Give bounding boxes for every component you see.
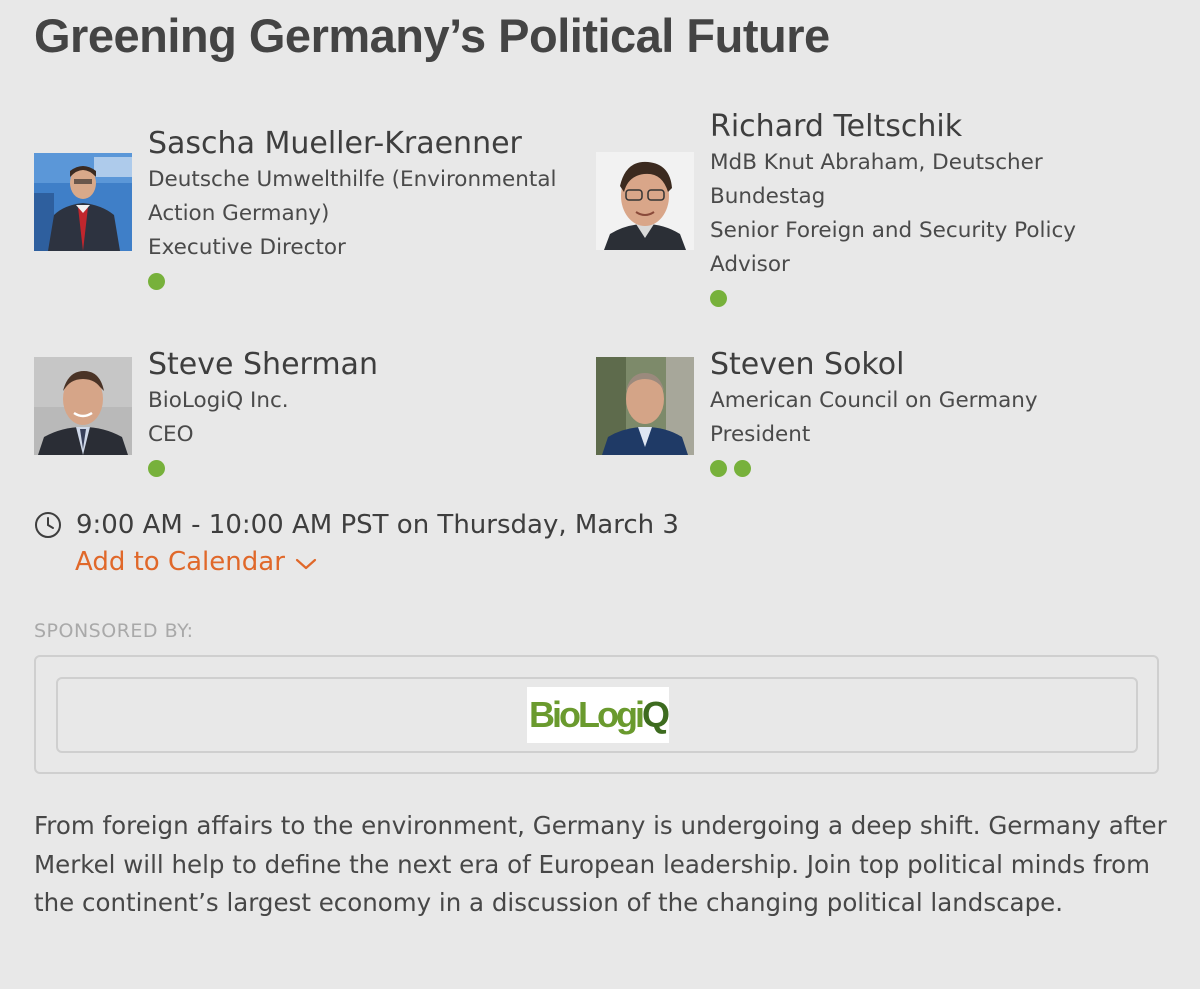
speaker-card[interactable]: Richard Teltschik MdB Knut Abraham, Deut… bbox=[596, 108, 1156, 308]
event-time-text: 9:00 AM - 10:00 AM PST on Thursday, Marc… bbox=[76, 510, 679, 540]
speaker-name: Steve Sherman bbox=[148, 347, 378, 382]
sponsor-inner-box: BioLogiQ bbox=[56, 677, 1138, 753]
speaker-status-dots bbox=[148, 460, 378, 477]
speaker-card[interactable]: Sascha Mueller-Kraenner Deutsche Umwelth… bbox=[34, 125, 594, 300]
sponsored-by-label: SPONSORED BY: bbox=[34, 620, 194, 642]
status-dot bbox=[710, 290, 727, 307]
sponsor-logo[interactable]: BioLogiQ bbox=[527, 687, 670, 743]
sponsor-logo-text: BioLogiQ bbox=[529, 694, 670, 735]
speaker-status-dots bbox=[710, 290, 1076, 307]
clock-icon bbox=[35, 512, 61, 538]
speaker-affiliation: Bundestag bbox=[710, 184, 826, 209]
speaker-photo bbox=[34, 357, 132, 455]
speaker-status-dots bbox=[710, 460, 1038, 477]
status-dot bbox=[148, 460, 165, 477]
event-time: 9:00 AM - 10:00 AM PST on Thursday, Marc… bbox=[34, 510, 679, 540]
chevron-down-icon bbox=[295, 558, 316, 570]
speaker-affiliation: American Council on Germany bbox=[710, 388, 1038, 413]
speaker-affiliation: MdB Knut Abraham, Deutscher bbox=[710, 150, 1043, 175]
speaker-role: CEO bbox=[148, 422, 194, 447]
speaker-name: Sascha Mueller-Kraenner bbox=[148, 126, 522, 161]
speaker-name: Richard Teltschik bbox=[710, 109, 963, 144]
speaker-name: Steven Sokol bbox=[710, 347, 905, 382]
add-to-calendar-button[interactable]: Add to Calendar bbox=[75, 547, 317, 577]
speaker-card[interactable]: Steve Sherman BioLogiQ Inc. CEO bbox=[34, 346, 594, 486]
status-dot bbox=[734, 460, 751, 477]
page-title: Greening Germany’s Political Future bbox=[34, 9, 830, 62]
status-dot bbox=[148, 273, 165, 290]
event-description: From foreign affairs to the environment,… bbox=[34, 811, 1167, 917]
speaker-affiliation: BioLogiQ Inc. bbox=[148, 388, 289, 413]
speaker-affiliation: Deutsche Umwelthilfe (Environmental bbox=[148, 167, 557, 192]
speaker-role: Senior Foreign and Security Policy bbox=[710, 218, 1076, 243]
speaker-affiliation: Action Germany) bbox=[148, 201, 330, 226]
speaker-role: Advisor bbox=[710, 252, 790, 277]
speaker-photo bbox=[596, 152, 694, 250]
speaker-role: President bbox=[710, 422, 811, 447]
speaker-photo bbox=[34, 153, 132, 251]
speaker-status-dots bbox=[148, 273, 556, 290]
speaker-card[interactable]: Steven Sokol American Council on Germany… bbox=[596, 346, 1156, 486]
add-to-calendar-label: Add to Calendar bbox=[75, 547, 285, 577]
status-dot bbox=[710, 460, 727, 477]
speaker-photo bbox=[596, 357, 694, 455]
speaker-role: Executive Director bbox=[148, 235, 346, 260]
sponsor-box: BioLogiQ bbox=[34, 655, 1159, 774]
